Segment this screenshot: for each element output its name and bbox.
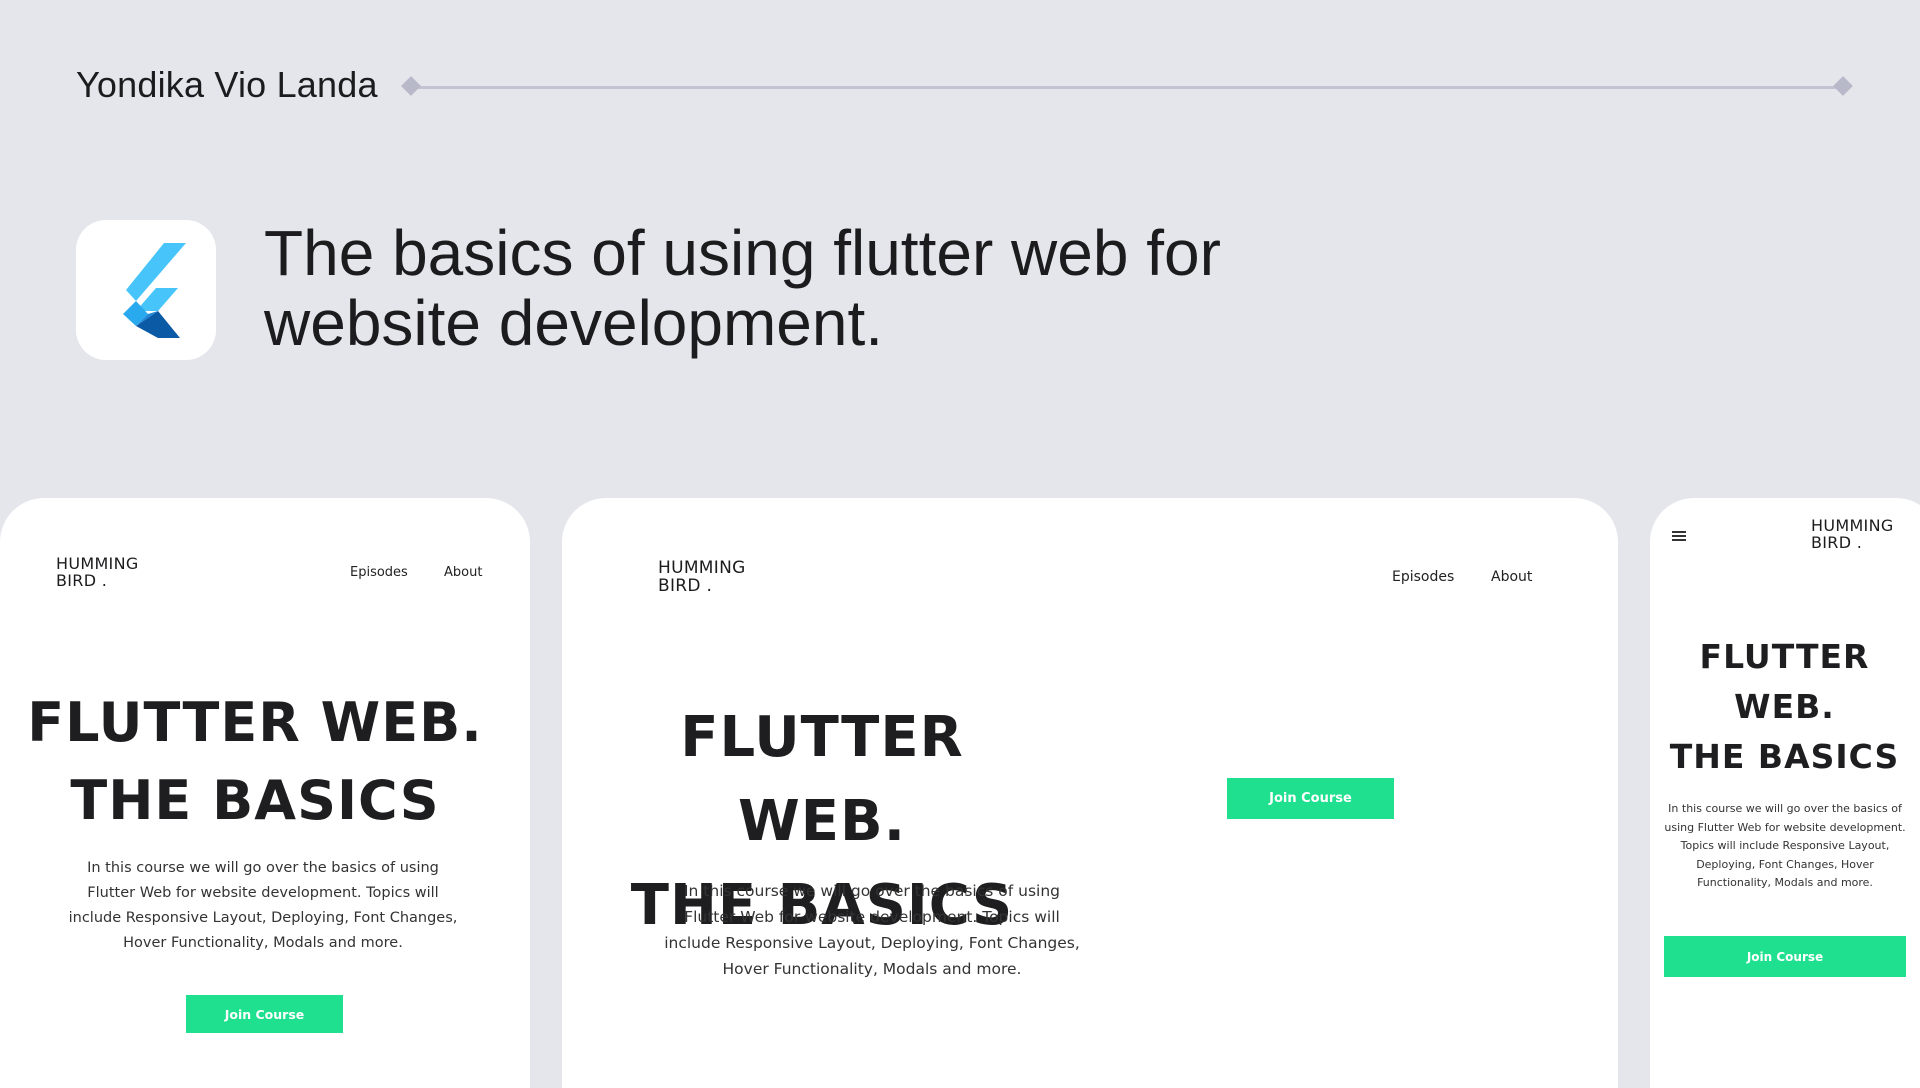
page-title: The basics of using flutter web for webs… — [264, 218, 1364, 358]
brand-line-2: BIRD . — [658, 575, 713, 596]
course-description: In this course we will go over the basic… — [664, 882, 1080, 978]
tablet-preview: HUMMING BIRD . Episodes About FLUTTER WE… — [0, 498, 530, 1088]
page-title-line-2: website development. — [264, 287, 884, 359]
desktop-preview: HUMMING BIRD . Episodes About FLUTTER WE… — [562, 498, 1618, 1088]
flutter-logo-icon — [76, 220, 216, 360]
nav-link-episodes[interactable]: Episodes — [350, 565, 408, 580]
nav-link-about[interactable]: About — [444, 565, 482, 580]
brand-logo[interactable]: HUMMING BIRD . — [1811, 517, 1894, 552]
course-description: In this course we will go over the basic… — [1664, 802, 1906, 889]
hero-line-1: FLUTTER WEB. — [27, 691, 483, 754]
brand-line-2: BIRD . — [56, 570, 108, 590]
author-name: Yondika Vio Landa — [76, 64, 378, 105]
hero-line-3: THE BASICS — [1669, 737, 1900, 776]
join-course-button[interactable]: Join Course — [1664, 936, 1906, 977]
hero-line-2: WEB. — [1734, 687, 1835, 726]
brand-line-2: BIRD . — [1811, 532, 1863, 552]
hamburger-menu-icon[interactable] — [1672, 531, 1686, 541]
hero-line-1: FLUTTER WEB. — [680, 705, 964, 854]
hero-heading: FLUTTER WEB. THE BASICS — [1652, 632, 1917, 782]
mobile-preview: HUMMING BIRD . FLUTTER WEB. THE BASICS I… — [1650, 498, 1920, 1088]
nav-link-episodes[interactable]: Episodes — [1392, 569, 1454, 585]
brand-logo[interactable]: HUMMING BIRD . — [658, 559, 746, 596]
hero-heading: FLUTTER WEB. THE BASICS — [20, 684, 490, 840]
divider-diamond-right — [1833, 76, 1853, 96]
nav-link-about[interactable]: About — [1491, 569, 1532, 585]
join-course-button[interactable]: Join Course — [1227, 778, 1394, 819]
hero-line-2: THE BASICS — [70, 769, 440, 832]
join-course-button[interactable]: Join Course — [186, 995, 343, 1033]
divider-diamond-left — [401, 76, 421, 96]
course-description: In this course we will go over the basic… — [68, 860, 458, 951]
brand-logo[interactable]: HUMMING BIRD . — [56, 555, 139, 590]
hero-line-1: FLUTTER — [1699, 637, 1870, 676]
page-title-line-1: The basics of using flutter web for — [264, 217, 1221, 289]
divider-line — [404, 86, 1844, 89]
